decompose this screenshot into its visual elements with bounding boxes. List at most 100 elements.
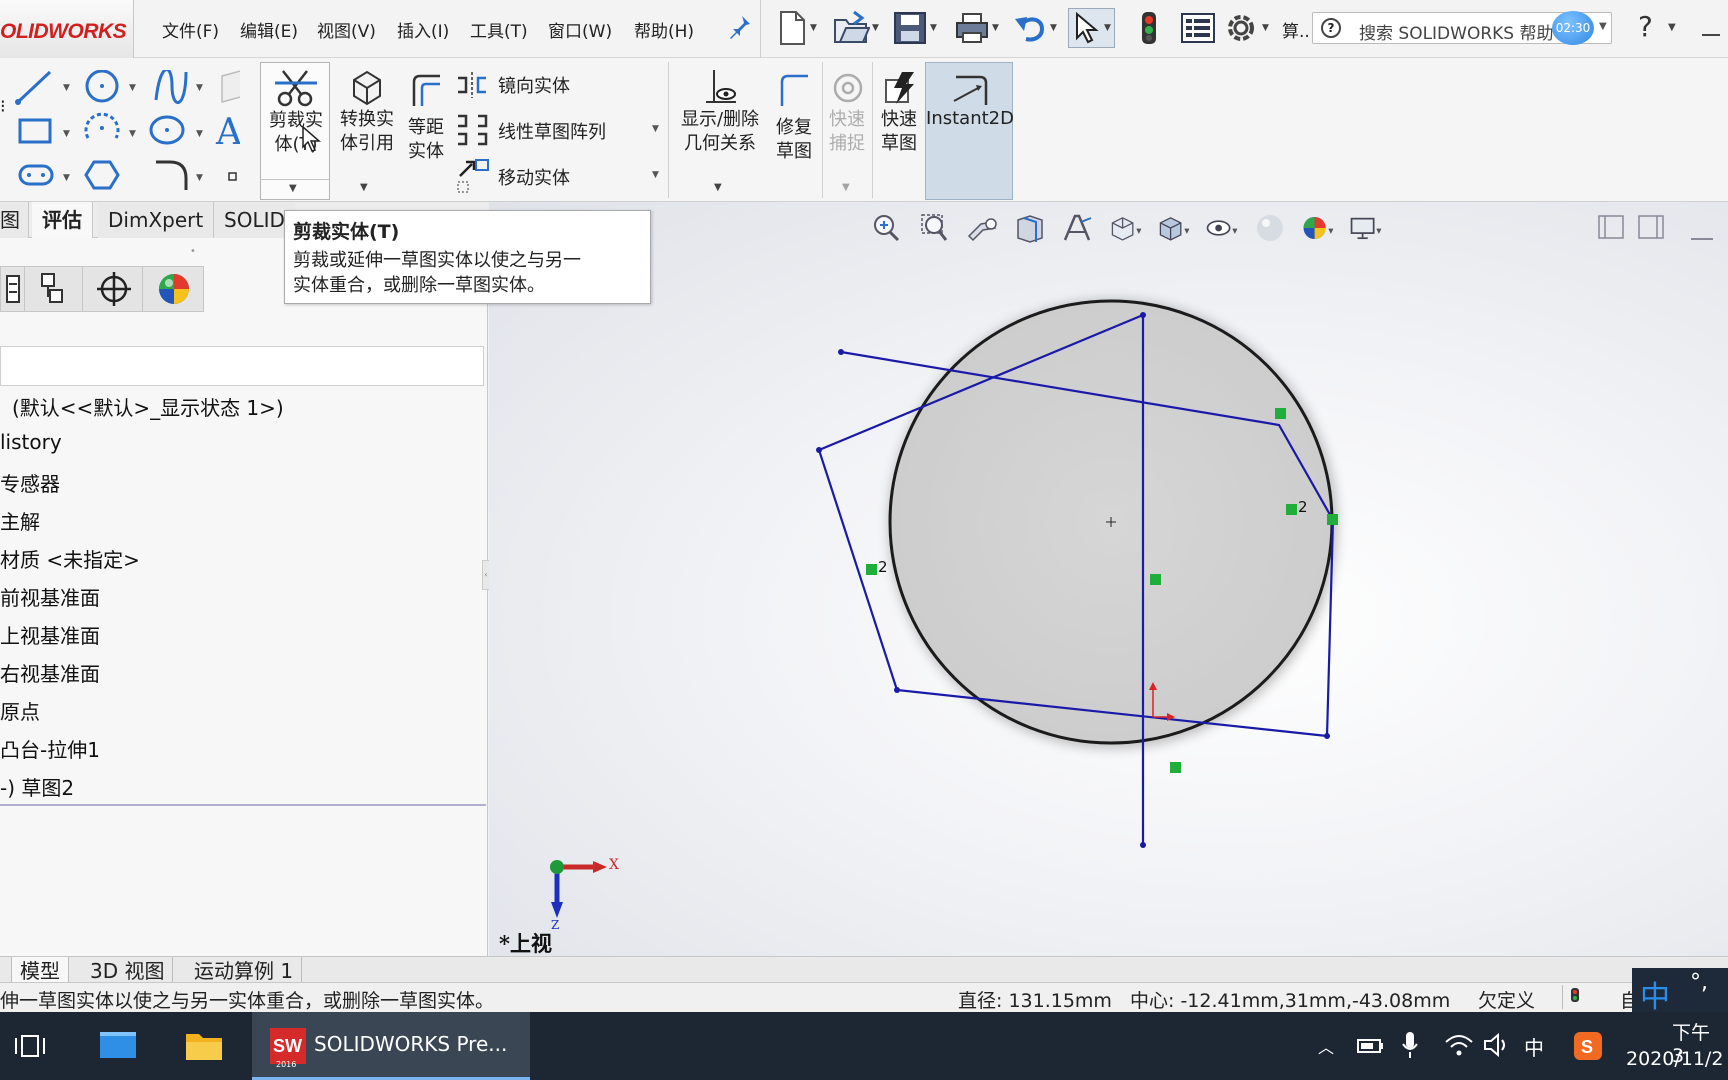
tree-item-history[interactable]: listory [0,430,62,454]
quick-snaps-button[interactable]: 快速 捕捉 ▼ [824,62,870,200]
tree-item-origin[interactable]: 原点 [0,696,40,725]
status-definition-state: 欠定义 [1478,990,1536,1012]
move-dropdown-icon[interactable]: ▼ [652,170,659,180]
options-button[interactable]: ▼ [1222,10,1269,46]
menu-file[interactable]: 文件(F) [162,17,219,42]
menu-help[interactable]: 帮助(H) [634,17,694,42]
ime-chinese-label[interactable]: 中 [1640,972,1670,1016]
offset-label-line2: 实体 [408,141,444,162]
tray-wifi-icon[interactable] [1444,1032,1474,1062]
rebuild-status-icon[interactable] [1570,987,1580,1007]
menu-edit[interactable]: 编辑(E) [240,17,298,42]
coincident-marker[interactable] [1275,408,1286,419]
convert-label-line2: 体引用 [340,133,394,154]
horizontal-marker[interactable] [1170,762,1181,773]
file-properties-button[interactable] [1180,10,1216,46]
menu-insert[interactable]: 插入(I) [397,17,449,42]
save-button[interactable]: ▼ [892,10,937,46]
tree-item-boss-extrude1[interactable]: 凸台-拉伸1 [0,734,100,763]
convert-dropdown-icon[interactable]: ▼ [360,182,368,193]
tree-filter-input[interactable] [0,346,484,386]
trim-entities-tooltip: 剪裁实体(T) 剪裁或延伸一草图实体以使之与另一 实体重合，或删除一草图实体。 [284,210,651,304]
instant2d-button[interactable]: Instant2D [925,62,1014,200]
display-manager-tab[interactable] [145,267,203,311]
undo-button[interactable]: ▼ [1012,10,1057,46]
sketch-entities-group: ▼ ▼ ▼ ▼ ▼ ▼ A ▼ ▼ [0,67,245,190]
taskbar-solidworks[interactable]: SW 2016 SOLIDWORKS Pre... [252,1012,530,1080]
pin-icon[interactable] [728,14,752,44]
tree-item-right-plane[interactable]: 右视基准面 [0,658,100,687]
property-manager-tab[interactable] [25,267,83,311]
display-delete-relations-button[interactable]: 显示/删除 几何关系 ▼ [672,62,768,200]
taskbar-file-explorer[interactable] [184,1028,224,1066]
convert-cube-icon [353,70,381,106]
task-view-button[interactable] [12,1032,48,1064]
configuration-manager-tab[interactable] [85,267,143,311]
rapid-sketch-button[interactable]: 快速 草图 [874,62,924,200]
solidworks-logo[interactable]: OLIDWORKS [0,0,134,58]
tray-battery-icon[interactable] [1356,1034,1386,1062]
tab-model[interactable]: 模型 [12,957,69,983]
tray-volume-icon[interactable] [1482,1032,1512,1062]
move-entities-button[interactable]: 移动实体 ▼ [456,158,666,194]
tab-evaluate[interactable]: 评估 [32,202,93,238]
tree-item-sketch2[interactable]: -) 草图2 [0,772,74,801]
tray-overflow-chevron[interactable]: ︿ [1318,1034,1334,1058]
equal-marker-left[interactable] [866,564,877,575]
tree-item-material[interactable]: 材质 <未指定> [0,544,140,573]
triad-z-label: Z [551,918,560,932]
ime-floating-bar[interactable]: 中 °, [1632,968,1728,1015]
tree-item-front-plane[interactable]: 前视基准面 [0,582,100,611]
tab-solidworks-addins[interactable]: SOLID [214,202,295,238]
open-button[interactable]: ▼ [832,10,879,46]
linear-pattern-button[interactable]: 线性草图阵列 ▼ [456,112,666,148]
tab-dimxpert[interactable]: DimXpert [98,202,215,238]
quick-snap-dropdown-icon[interactable]: ▼ [842,182,850,193]
tree-item-display-state[interactable]: (默认<<默认>_显示状态 1>) [12,392,284,421]
tray-sogou-icon[interactable]: S [1572,1030,1604,1066]
tree-item-annotations[interactable]: 主解 [0,506,40,535]
print-button[interactable]: ▼ [954,10,999,46]
menu-window[interactable]: 窗口(W) [548,17,612,42]
svg-text:▼: ▼ [129,83,136,93]
rollback-bar[interactable] [0,804,486,806]
minimize-icon[interactable] [1702,34,1720,36]
tab-sketch[interactable]: 图 [0,202,29,238]
search-dropdown-icon[interactable]: ▼ [1599,21,1607,32]
trim-dropdown-icon[interactable]: ▼ [289,183,297,194]
mirror-entities-button[interactable]: 镜向实体 [456,68,666,102]
tree-item-sensors[interactable]: 专感器 [0,468,60,497]
tab-scroll-handle[interactable] [0,957,12,983]
tray-ime-indicator[interactable]: 中 [1524,1032,1544,1061]
ime-punct-label[interactable]: °, [1690,970,1708,995]
help-button[interactable]: ? [1638,10,1653,43]
tab-motion-study-1[interactable]: 运动算例 1 [186,957,303,983]
tray-clock-date[interactable]: 2020/11/2 [1626,1048,1723,1070]
graphics-area[interactable]: ▼ ▼ ▼ ▼ ▼ X Z 2 2 *上视 [489,202,1728,956]
menu-tools[interactable]: 工具(T) [470,17,528,42]
offset-entities-button[interactable]: 等距 实体 [402,62,450,200]
tab-3d-views[interactable]: 3D 视图 [82,957,174,983]
linear-pattern-dropdown-icon[interactable]: ▼ [652,124,659,134]
vertical-marker[interactable] [1150,574,1161,585]
menu-view[interactable]: 视图(V) [317,17,376,42]
trim-entities-button[interactable]: 剪裁实 体(T) ▼ [260,62,330,200]
more-options-label[interactable]: 算.. [1282,17,1310,42]
tangent-marker[interactable] [1327,514,1338,525]
convert-entities-button[interactable]: 转换实 体引用 ▼ [336,62,398,200]
feature-tree-tab[interactable] [1,267,25,311]
equal-marker[interactable] [1286,504,1297,515]
tree-item-top-plane[interactable]: 上视基准面 [0,620,100,649]
repair-sketch-button[interactable]: 修复 草图 [768,62,820,200]
select-button[interactable]: ▼ [1068,8,1115,48]
new-document-button[interactable]: ▼ [776,10,817,46]
tray-microphone-icon[interactable] [1400,1030,1420,1064]
panel-collapse-handle[interactable]: • [190,246,196,257]
relations-dropdown-icon[interactable]: ▼ [714,182,722,193]
help-dropdown-icon[interactable]: ▼ [1668,22,1676,33]
rectangle-tool-icon [18,118,52,144]
taskbar-app-tablet[interactable] [98,1028,138,1066]
view-triad[interactable] [550,860,607,918]
search-input[interactable]: 搜索 SOLIDWORKS 帮助 [1359,19,1559,44]
rebuild-button[interactable] [1138,10,1160,46]
